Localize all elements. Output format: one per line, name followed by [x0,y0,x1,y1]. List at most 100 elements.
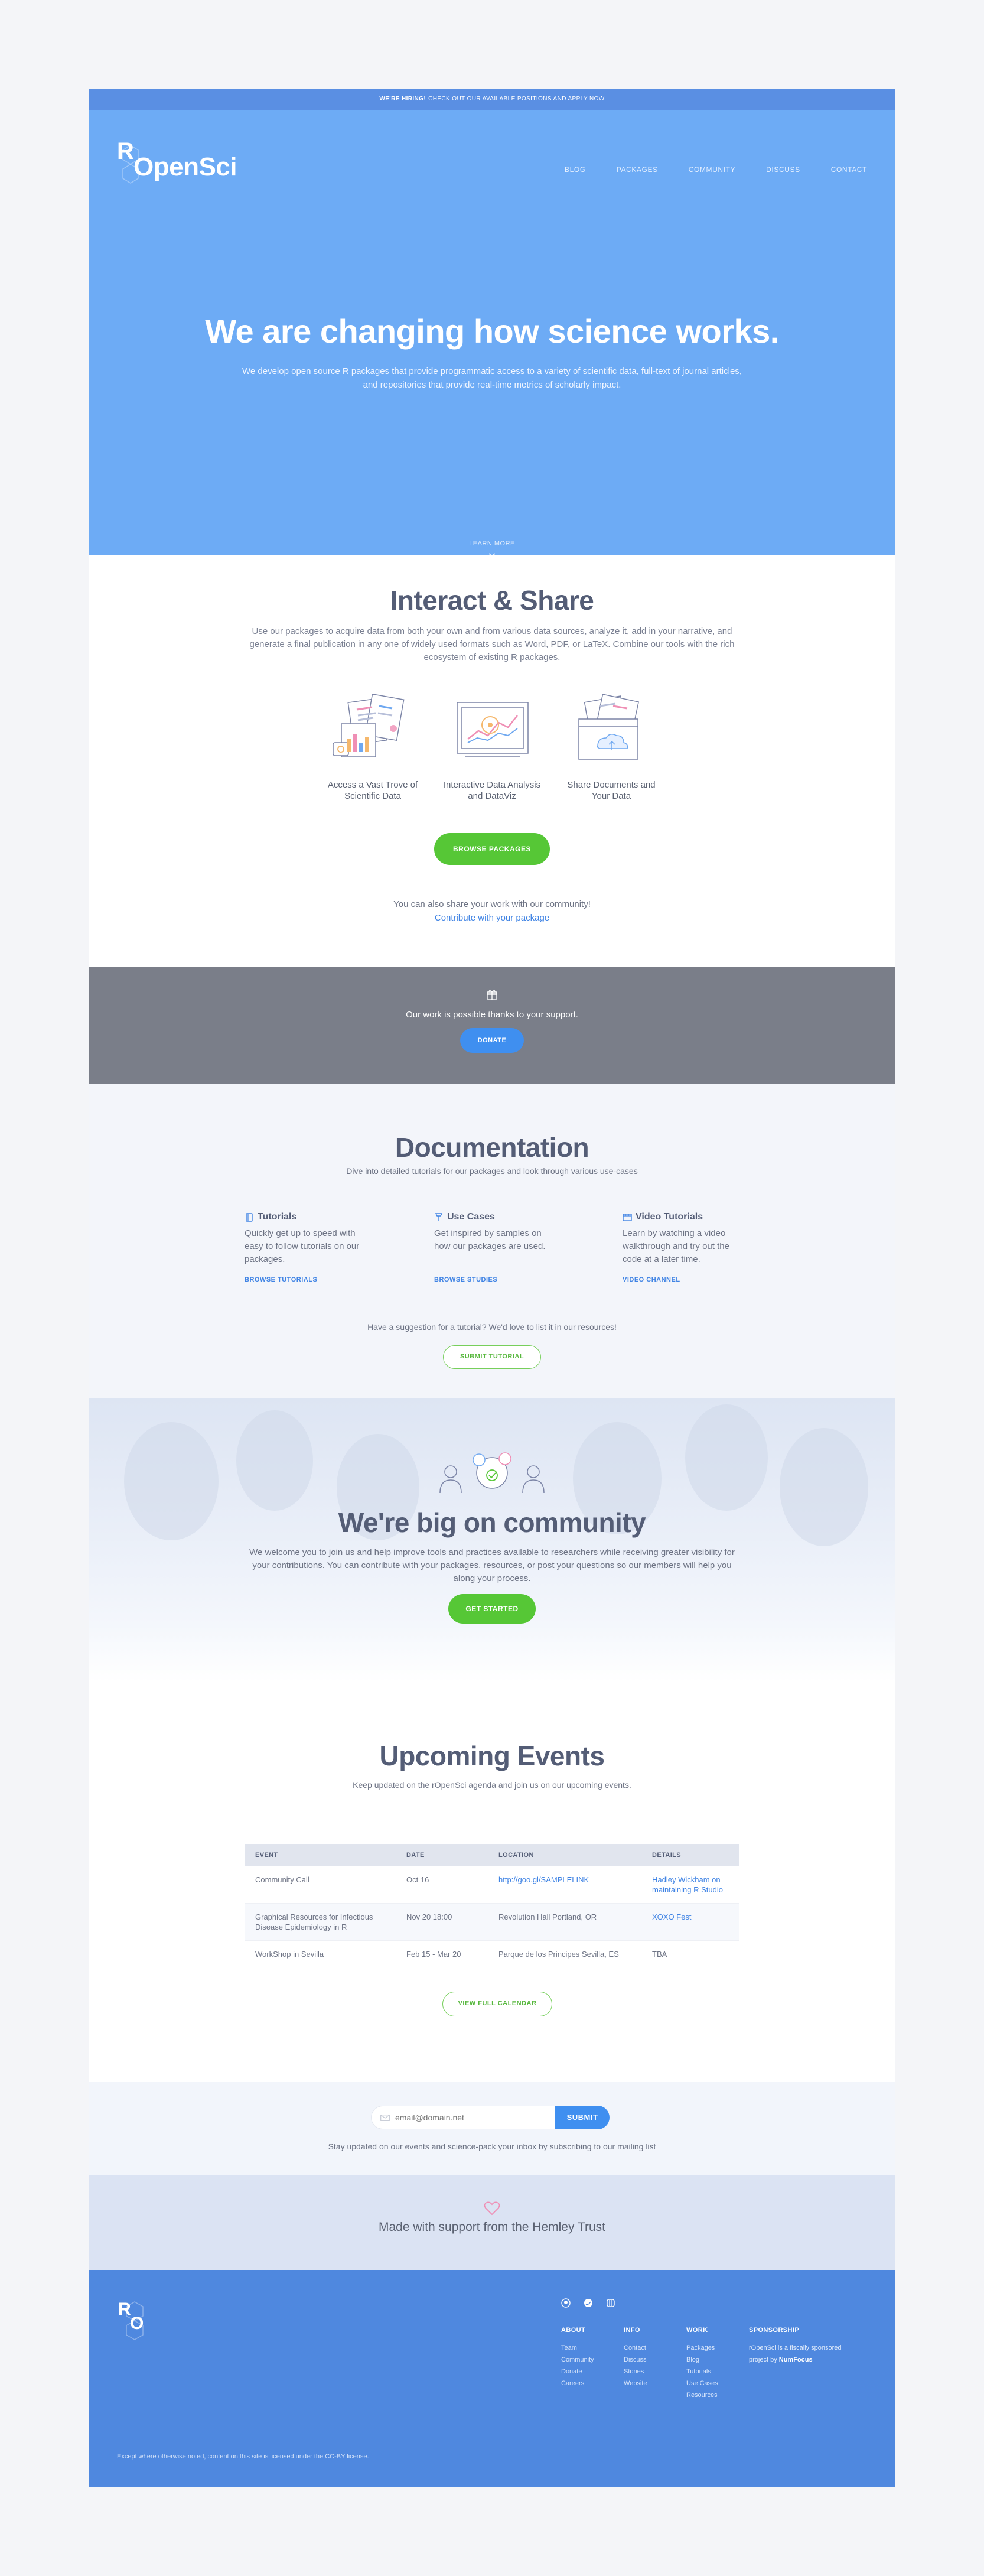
docs-suggest-text: Have a suggestion for a tutorial? We'd l… [367,1322,617,1332]
feature-share-docs: Share Documents and Your Data [561,692,662,804]
numfocus-link[interactable]: NumFocus [779,2356,813,2363]
book-icon [246,1213,253,1222]
footer-link-team[interactable]: Team [561,2342,594,2354]
get-started-button[interactable]: GET STARTED [448,1594,536,1624]
footer-link-stories[interactable]: Stories [624,2366,647,2377]
doc-video-desc: Learn by watching a video walkthrough an… [623,1228,729,1264]
footer-sponsorship-text: rOpenSci is a fiscally sponsored project… [749,2342,855,2366]
footer-link-resources[interactable]: Resources [686,2389,718,2401]
copyright-text: Except where otherwise noted, content on… [117,2453,369,2460]
hero-title: We are changing how science works. [205,313,779,350]
event-details-link[interactable]: XOXO Fest [641,1903,739,1941]
hemsley-text: Made with support from the Hemley Trust [379,2220,605,2234]
footer-link-blog[interactable]: Blog [686,2354,718,2366]
footer-link-website[interactable]: Website [624,2377,647,2389]
hero: R OpenSci BLOG PACKAGES COMMUNITY DISCUS… [89,110,895,557]
browse-packages-button[interactable]: BROWSE PACKAGES [434,833,550,865]
nav-community[interactable]: COMMUNITY [689,165,735,174]
email-input[interactable] [371,2106,555,2129]
doc-video-tutorials: Video Tutorials Learn by watching a vide… [623,1212,741,1289]
browse-studies-link[interactable]: BROWSE STUDIES [434,1276,497,1283]
event-location: Parque de los Principes Sevilla, ES [488,1940,641,1977]
data-trove-icon [333,693,405,757]
event-name: WorkShop in Sevilla [245,1940,396,1977]
slack-icon[interactable] [606,2298,615,2308]
learn-more-link[interactable]: LEARN MORE [89,540,895,547]
footer-link-tutorials[interactable]: Tutorials [686,2366,718,2377]
page: WE'RE HIRING! CHECK OUT OUR AVAILABLE POS… [89,89,895,2487]
video-icon [623,1214,632,1221]
table-row: WorkShop in Sevilla Feb 15 - Mar 20 Parq… [245,1940,739,1977]
doc-use-cases: Use Cases Get inspired by samples on how… [434,1212,552,1289]
github-icon[interactable] [561,2298,571,2308]
event-name: Graphical Resources for Infectious Disea… [245,1903,396,1941]
footer-col-sponsorship: SPONSORSHIP rOpenSci is a fiscally spons… [749,2327,855,2366]
events-subtitle: Keep updated on the rOpenSci agenda and … [353,1780,631,1790]
doc-tutorials: Tutorials Quickly get up to speed with e… [245,1212,363,1289]
footer-link-donate[interactable]: Donate [561,2366,594,2377]
newsletter-section: SUBMIT Stay updated on our events and sc… [89,2082,895,2175]
twitter-icon[interactable] [584,2298,593,2308]
footer-link-packages[interactable]: Packages [686,2342,718,2354]
nav-blog[interactable]: BLOG [565,165,586,174]
newsletter-text: Stay updated on our events and science-p… [328,2142,656,2151]
docs-subtitle: Dive into detailed tutorials for our pac… [346,1166,638,1176]
browse-tutorials-link[interactable]: BROWSE TUTORIALS [245,1276,317,1283]
footer-link-use-cases[interactable]: Use Cases [686,2377,718,2389]
photo-blur [236,1410,313,1511]
community-section: We're big on community We welcome you to… [89,1398,895,1682]
donate-button[interactable]: DONATE [460,1028,524,1053]
support-section: Our work is possible thanks to your supp… [89,967,895,1084]
footer-link-community[interactable]: Community [561,2354,594,2366]
support-text: Our work is possible thanks to your supp… [406,1010,578,1020]
events-table: EVENT DATE LOCATION DETAILS Community Ca… [245,1844,739,1977]
docs-title: Documentation [395,1132,589,1163]
doc-use-cases-desc: Get inspired by samples on how our packa… [434,1228,546,1251]
doc-video-title: Video Tutorials [636,1212,703,1222]
gift-icon [487,990,497,1000]
view-calendar-button[interactable]: VIEW FULL CALENDAR [442,1992,552,2016]
table-row: Community Call Oct 16 http://goo.gl/SAMP… [245,1866,739,1904]
feature-data-trove: Access a Vast Trove of Scientific Data [322,692,423,804]
video-channel-link[interactable]: VIDEO CHANNEL [623,1276,680,1283]
main-nav: BLOG PACKAGES COMMUNITY DISCUSS CONTACT [565,165,867,174]
nav-discuss[interactable]: DISCUSS [766,165,800,174]
feature-data-analysis-label: Interactive Data Analysis and DataViz [443,780,541,801]
footer-col-about: ABOUT Team Community Donate Careers [561,2327,594,2389]
footer-logo[interactable]: R O [117,2297,152,2344]
footer: R O ABOUT Team Community Donate Careers … [89,2270,895,2487]
logo[interactable]: R OpenSci [117,138,247,186]
logo-wordmark: OpenSci [133,152,237,181]
interact-section: Interact & Share Use our packages to acq… [89,555,895,967]
event-name: Community Call [245,1866,396,1904]
footer-logo-r: R [118,2299,131,2319]
footer-logo-o: O [130,2314,144,2333]
community-people-icon [439,1452,545,1494]
event-details-link[interactable]: Hadley Wickham on maintaining R Studio [641,1866,739,1904]
community-title: We're big on community [338,1507,646,1538]
feature-share-docs-label: Share Documents and Your Data [567,780,656,801]
col-location: LOCATION [488,1844,641,1866]
social-links [561,2298,615,2308]
nav-contact[interactable]: CONTACT [831,165,867,174]
submit-tutorial-button[interactable]: SUBMIT TUTORIAL [443,1345,541,1369]
table-header-row: EVENT DATE LOCATION DETAILS [245,1844,739,1866]
nav-packages[interactable]: PACKAGES [617,165,658,174]
event-date: Feb 15 - Mar 20 [396,1940,488,1977]
contribute-link[interactable]: Contribute with your package [89,913,895,923]
footer-link-careers[interactable]: Careers [561,2377,594,2389]
event-location-link[interactable]: http://goo.gl/SAMPLELINK [488,1866,641,1904]
col-date: DATE [396,1844,488,1866]
feature-data-trove-label: Access a Vast Trove of Scientific Data [327,780,418,801]
footer-col-work: WORK Packages Blog Tutorials Use Cases R… [686,2327,718,2401]
hiring-banner[interactable]: WE'RE HIRING! CHECK OUT OUR AVAILABLE POS… [89,89,895,110]
photo-blur [685,1404,768,1511]
hero-lede: We develop open source R packages that p… [242,366,742,390]
share-documents-icon [578,694,640,760]
footer-col-info: INFO Contact Discuss Stories Website [624,2327,647,2389]
footer-link-discuss[interactable]: Discuss [624,2354,647,2366]
share-text: You can also share your work with our co… [393,899,591,909]
subscribe-button[interactable]: SUBMIT [555,2106,610,2129]
footer-link-contact[interactable]: Contact [624,2342,647,2354]
hemsley-section: Made with support from the Hemley Trust [89,2175,895,2270]
